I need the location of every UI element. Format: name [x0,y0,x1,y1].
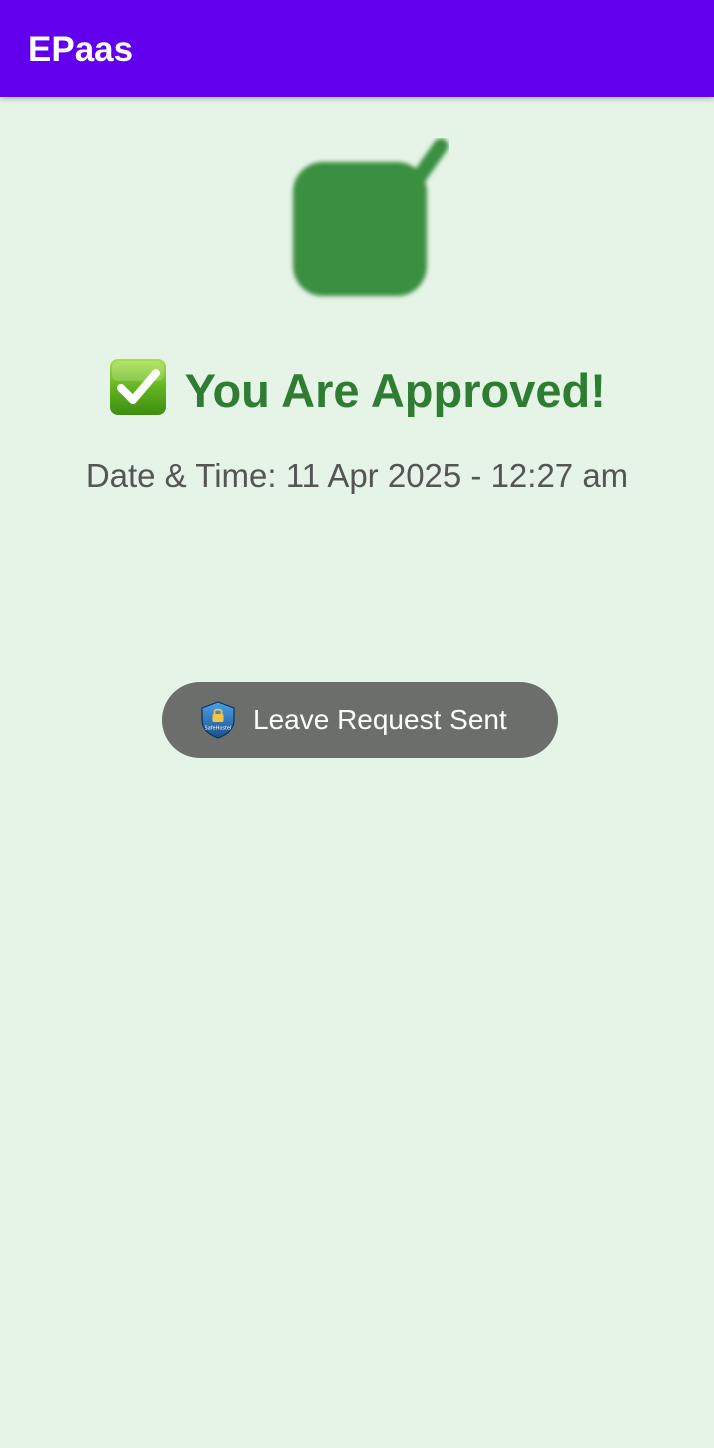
app-bar: EPaas [0,0,714,97]
approved-badge-icon [293,138,449,296]
approval-datetime: Date & Time: 11 Apr 2025 - 12:27 am [85,457,629,494]
svg-text:SafeHostel: SafeHostel [205,726,232,732]
safehostel-shield-icon: SafeHostel [201,701,235,739]
check-mark-emoji-icon [110,359,167,415]
toast-message: SafeHostel Leave Request Sent [162,682,558,758]
app-title: EPaas [28,30,134,69]
approval-status-text: You Are Approved! [184,364,606,417]
toast-text: Leave Request Sent [253,704,507,735]
approval-status: You Are Approved! [0,359,714,421]
